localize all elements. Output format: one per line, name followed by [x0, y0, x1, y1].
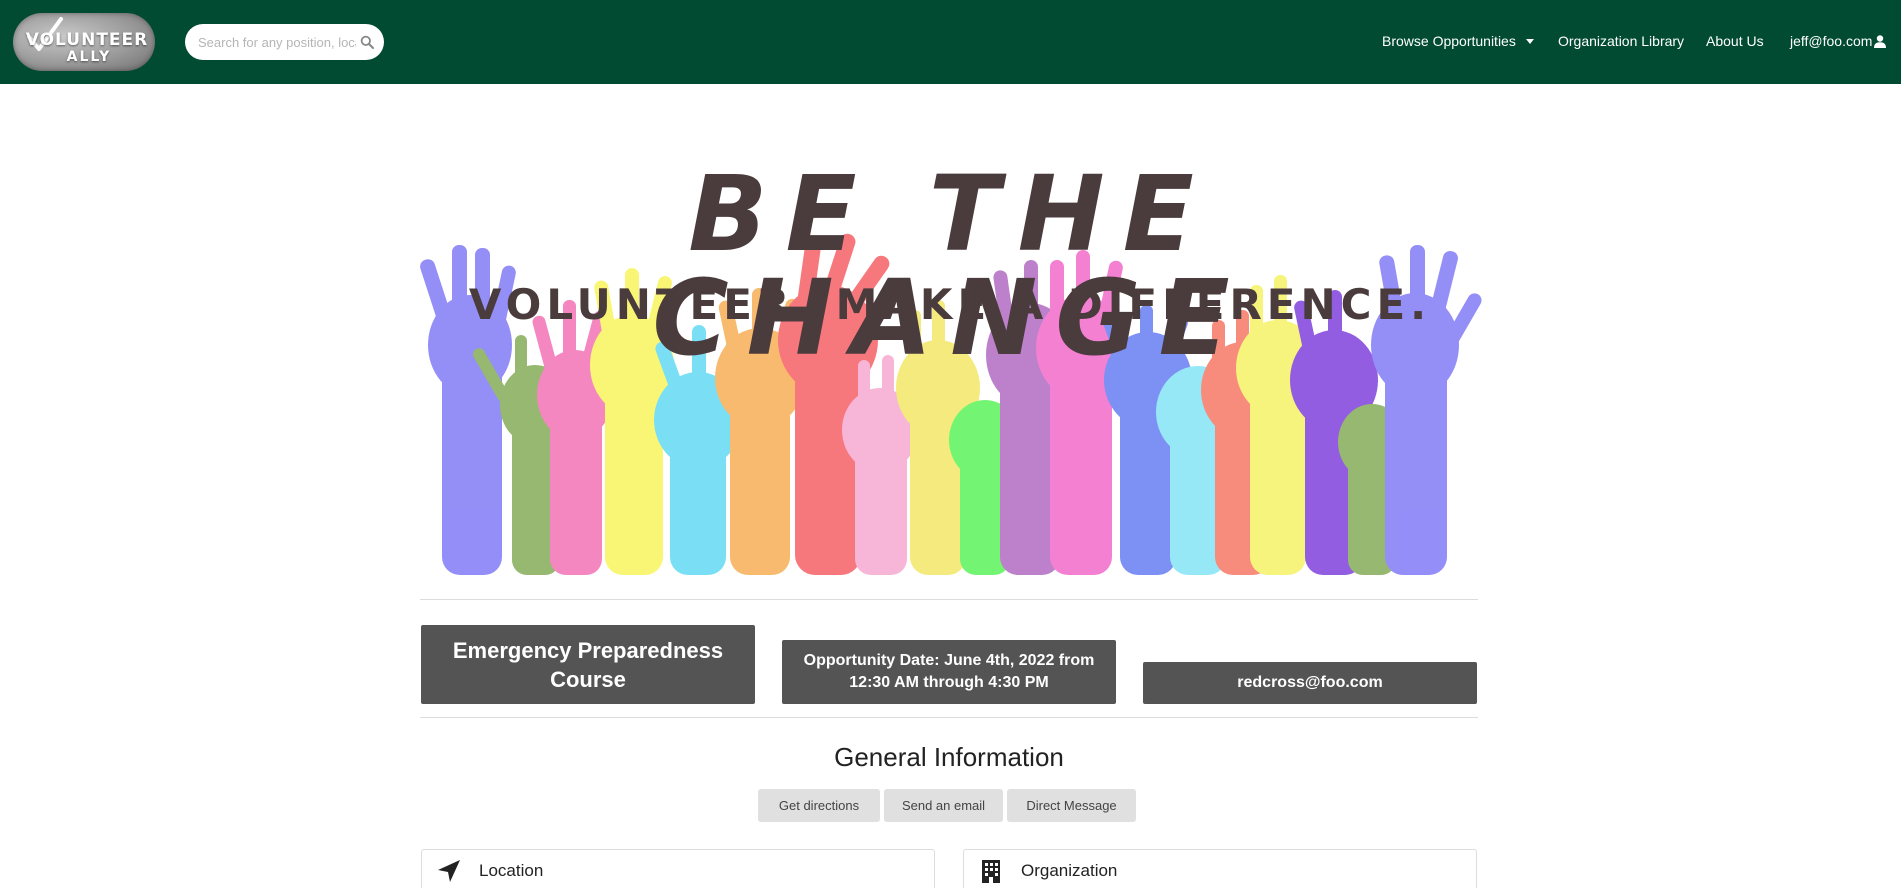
banner-subtitle: VOLUNTEER. MAKE A DIFFERENCE. [468, 280, 1432, 329]
organization-card-title: Organization [1021, 861, 1118, 880]
page: VOLUNTEER ALLY Browse Opportunities Orga… [0, 0, 1901, 888]
direct-message-button[interactable]: Direct Message [1007, 789, 1136, 822]
building-icon [982, 860, 1000, 883]
hero-banner: BE THE CHANGE VOLUNTEER. MAKE A DIFFEREN… [400, 150, 1500, 575]
about-us-link[interactable]: About Us [1706, 33, 1764, 49]
search-icon[interactable] [360, 35, 374, 49]
organization-library-link[interactable]: Organization Library [1558, 33, 1684, 49]
top-navbar: VOLUNTEER ALLY Browse Opportunities Orga… [0, 0, 1901, 84]
caret-down-icon [1525, 39, 1534, 44]
logo-text-line2: ALLY [66, 49, 112, 65]
search-input[interactable] [198, 32, 356, 52]
location-card-title: Location [479, 861, 544, 880]
contact-email-box: redcross@foo.com [1143, 662, 1477, 704]
banner-title: BE THE CHANGE [652, 153, 1248, 379]
logo-text-line1: VOLUNTEER [25, 30, 149, 50]
browse-opportunities-menu[interactable]: Browse Opportunities [1382, 33, 1534, 49]
user-icon [1874, 35, 1887, 48]
user-menu[interactable]: jeff@foo.com [1790, 33, 1887, 49]
divider-top [420, 599, 1478, 600]
general-information-title: General Information [834, 742, 1064, 772]
organization-card: Organization [963, 849, 1477, 888]
search-box [185, 24, 384, 60]
divider-bottom [420, 717, 1478, 718]
location-card: Location [421, 849, 935, 888]
get-directions-button[interactable]: Get directions [758, 789, 880, 822]
browse-opportunities-label: Browse Opportunities [1382, 33, 1516, 49]
location-arrow-icon [438, 860, 460, 882]
send-email-button[interactable]: Send an email [884, 789, 1003, 822]
user-email: jeff@foo.com [1790, 33, 1873, 49]
opportunity-date-box: Opportunity Date: June 4th, 2022 from 12… [782, 640, 1116, 704]
volunteer-ally-logo[interactable]: VOLUNTEER ALLY [13, 13, 155, 71]
opportunity-name-box: Emergency Preparedness Course [421, 625, 755, 704]
